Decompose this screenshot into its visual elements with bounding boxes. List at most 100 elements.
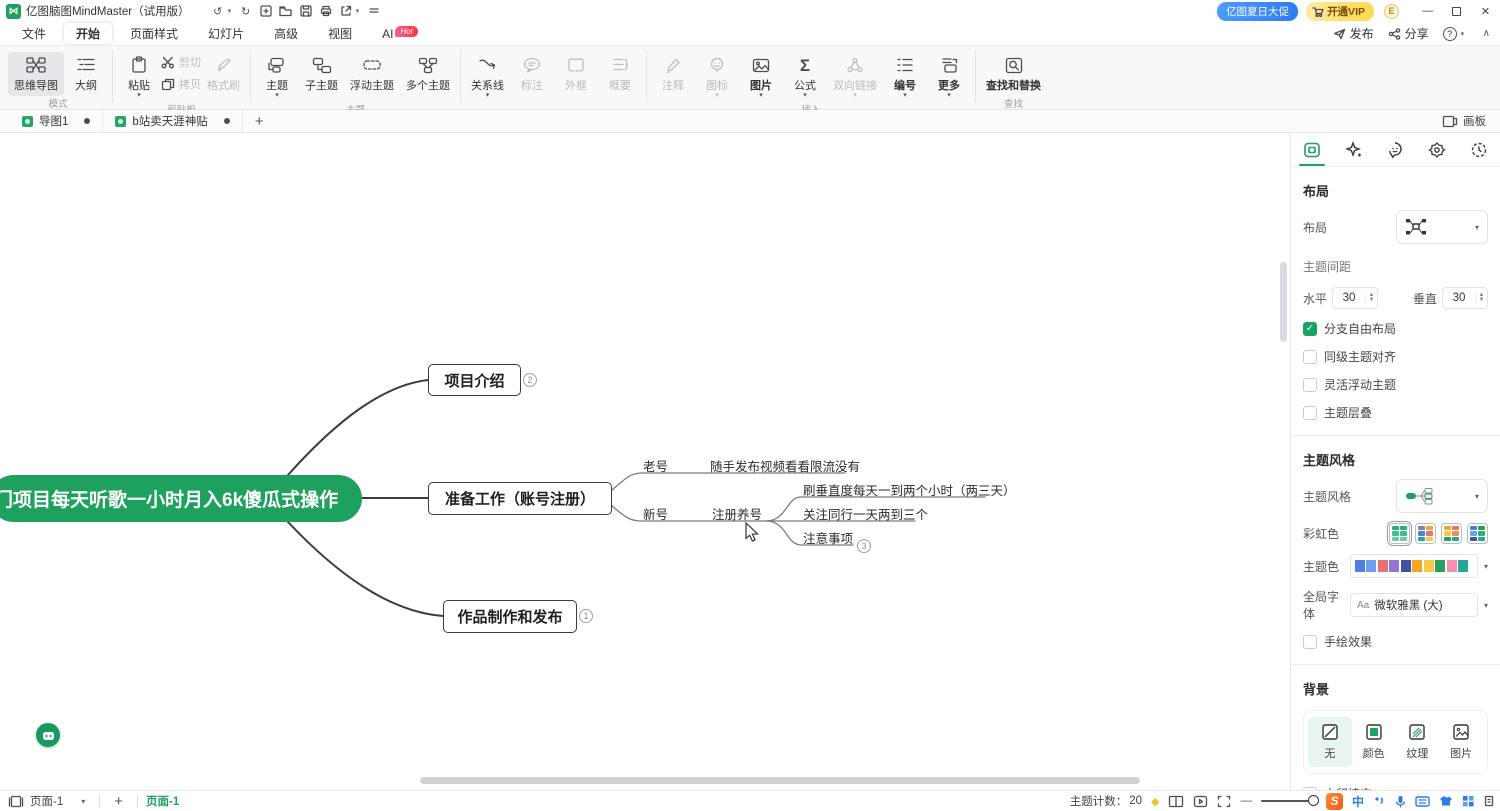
bg-option-none[interactable]: 无	[1308, 717, 1352, 767]
sogou-ime-icon[interactable]: S	[1326, 793, 1343, 810]
microphone-icon[interactable]	[1395, 795, 1406, 808]
checkbox-sibling-align[interactable]: 同级主题对齐	[1303, 348, 1488, 365]
checkbox-free-layout[interactable]: ✓ 分支自由布局	[1303, 320, 1488, 337]
add-page-button[interactable]: +	[108, 793, 129, 810]
vertical-scrollbar[interactable]	[1280, 262, 1287, 342]
ime-chinese-icon[interactable]: 中	[1352, 793, 1364, 810]
root-topic-node[interactable]: 门项目每天听歌一小时月入6k傻瓜式操作	[0, 475, 362, 522]
minimize-button[interactable]: —	[1413, 0, 1442, 22]
checkbox-icon[interactable]	[1303, 378, 1317, 392]
keyboard-icon[interactable]	[1415, 796, 1430, 807]
tray-expand-icon[interactable]	[1484, 795, 1494, 807]
new-file-icon[interactable]	[256, 3, 276, 19]
checkbox-checked-icon[interactable]: ✓	[1303, 322, 1317, 336]
panel-tab-theme[interactable]	[1416, 133, 1458, 166]
export-icon[interactable]	[336, 3, 356, 19]
theme-style-dropdown[interactable]: ▾	[1396, 479, 1488, 513]
panel-tab-history[interactable]	[1458, 133, 1500, 166]
customize-toolbar-icon[interactable]	[364, 3, 384, 19]
ai-assistant-bubble[interactable]	[36, 723, 60, 747]
zoom-slider-knob[interactable]	[1308, 795, 1319, 806]
panel-tab-style[interactable]	[1291, 133, 1333, 166]
outline-mode-button[interactable]: 大纲	[64, 52, 108, 96]
doc-tab-1[interactable]: 导图1	[10, 110, 103, 132]
layout-dropdown[interactable]: ▾	[1396, 210, 1488, 244]
promo-badge[interactable]: 亿图夏日大促	[1217, 2, 1298, 21]
maximize-button[interactable]	[1442, 0, 1471, 22]
export-caret-icon[interactable]: ▾	[356, 7, 364, 15]
rainbow-option-1[interactable]	[1389, 523, 1410, 544]
relation-line-button[interactable]: 关系线 ▾	[465, 52, 510, 102]
toolbox-icon[interactable]	[1462, 795, 1475, 807]
panel-tab-ai[interactable]	[1333, 133, 1375, 166]
numbering-button[interactable]: 编号 ▾	[883, 52, 927, 102]
bg-option-image[interactable]: 图片	[1439, 717, 1483, 767]
zoom-out-icon[interactable]: —	[1240, 795, 1252, 807]
rainbow-option-2[interactable]	[1415, 523, 1436, 544]
topic-button[interactable]: 主题 ▾	[255, 52, 299, 102]
tab-advanced[interactable]: 高级	[262, 23, 310, 44]
paste-button[interactable]: 粘贴 ▾	[117, 52, 161, 102]
subtopic-button[interactable]: 子主题	[299, 52, 344, 96]
stepper-arrows-icon[interactable]: ▲▼	[1475, 293, 1487, 303]
doc-tab-2[interactable]: b站卖天涯神贴	[103, 110, 242, 132]
fullscreen-icon[interactable]	[1217, 795, 1231, 808]
theme-color-swatches[interactable]	[1350, 554, 1478, 578]
undo-icon[interactable]: ↺	[208, 3, 228, 19]
topic-node-prepare[interactable]: 准备工作（账号注册）	[428, 482, 612, 515]
bg-option-color[interactable]: 颜色	[1352, 717, 1396, 767]
global-font-dropdown[interactable]: Aa 微软雅黑 (大)	[1350, 593, 1478, 617]
collapse-badge[interactable]: 2	[523, 373, 537, 387]
horizontal-spacing-stepper[interactable]: 30 ▲▼	[1332, 287, 1378, 309]
vertical-spacing-stepper[interactable]: 30 ▲▼	[1442, 287, 1488, 309]
formula-button[interactable]: Σ 公式 ▾	[783, 52, 827, 102]
bg-option-texture[interactable]: 纹理	[1396, 717, 1440, 767]
vip-button[interactable]: 开通VIP	[1306, 2, 1374, 21]
zoom-slider[interactable]	[1261, 800, 1317, 802]
floating-topic-button[interactable]: 浮动主题	[344, 52, 400, 96]
subtopic-register[interactable]: 注册养号	[712, 504, 762, 523]
subtopic-new-account[interactable]: 新号	[643, 504, 668, 523]
tab-ai[interactable]: AIHot	[370, 25, 430, 43]
more-button[interactable]: 更多 ▾	[927, 52, 971, 102]
close-button[interactable]: ✕	[1471, 0, 1500, 22]
print-icon[interactable]	[316, 3, 336, 19]
tab-view[interactable]: 视图	[316, 23, 364, 44]
slideshow-icon[interactable]	[1193, 795, 1208, 808]
doc-tab-1-dot-icon[interactable]	[84, 118, 90, 124]
new-doc-tab-button[interactable]: +	[243, 113, 276, 130]
mindmap-mode-button[interactable]: 思维导图	[8, 52, 64, 96]
board-button[interactable]: 画板	[1442, 113, 1486, 129]
cut-button[interactable]: 剪切	[161, 54, 201, 70]
rainbow-option-4[interactable]	[1467, 523, 1488, 544]
subtopic-vertical[interactable]: 刷垂直度每天一到两个小时（两三天）	[803, 480, 1016, 499]
panel-tab-sticker[interactable]	[1375, 133, 1417, 166]
subtopic-notes[interactable]: 注意事项	[803, 528, 853, 547]
redo-icon[interactable]: ↻	[236, 3, 256, 19]
collapse-badge[interactable]: 1	[579, 609, 593, 623]
ime-punctuation-icon[interactable]	[1373, 795, 1386, 807]
picture-button[interactable]: 图片 ▾	[739, 52, 783, 102]
help-button[interactable]: ?▾	[1443, 27, 1469, 41]
mindmap-canvas[interactable]: 门项目每天听歌一小时月入6k傻瓜式操作 项目介绍 2 准备工作（账号注册） 老号…	[0, 133, 1290, 790]
open-folder-icon[interactable]	[276, 3, 296, 19]
rainbow-option-3[interactable]	[1441, 523, 1462, 544]
collapse-ribbon-button[interactable]: ∧	[1483, 28, 1490, 39]
checkbox-icon[interactable]	[1303, 635, 1317, 649]
find-replace-button[interactable]: 查找和替换	[980, 52, 1047, 96]
publish-button[interactable]: 发布	[1333, 25, 1374, 42]
checkbox-flexible-floating[interactable]: 灵活浮动主题	[1303, 376, 1488, 393]
tab-file[interactable]: 文件	[10, 23, 58, 44]
horizontal-scrollbar[interactable]	[420, 777, 1140, 784]
save-icon[interactable]	[296, 3, 316, 19]
subtopic-follow[interactable]: 关注同行一天两到三个	[803, 504, 928, 523]
tab-slides[interactable]: 幻灯片	[196, 23, 256, 44]
pages-icon[interactable]	[8, 795, 24, 808]
tab-home[interactable]: 开始	[64, 23, 112, 44]
doc-tab-2-dot-icon[interactable]	[224, 118, 230, 124]
page-selector-dropdown[interactable]: 页面-1 ▾	[24, 793, 91, 809]
checkbox-handdrawn[interactable]: 手绘效果	[1303, 633, 1488, 650]
collapse-badge[interactable]: 3	[857, 539, 871, 553]
multi-topic-button[interactable]: 多个主题	[400, 52, 456, 96]
diamond-icon[interactable]: ◆	[1151, 795, 1159, 808]
